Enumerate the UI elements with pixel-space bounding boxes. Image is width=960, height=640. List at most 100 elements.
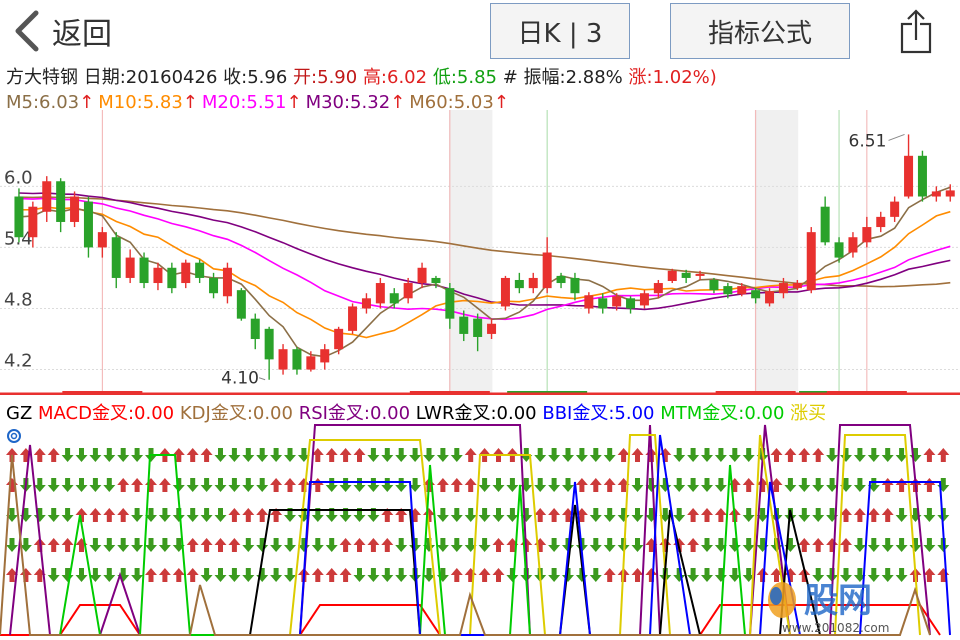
candle-body: [639, 293, 649, 306]
share-icon[interactable]: [896, 8, 936, 54]
down-arrow-icon: [436, 538, 449, 552]
down-arrow-icon: [242, 568, 255, 582]
candle-body: [695, 273, 705, 276]
period-button[interactable]: 日K | 3: [490, 3, 630, 59]
candle[interactable]: [375, 277, 385, 309]
candle[interactable]: [83, 196, 93, 258]
candle[interactable]: [181, 259, 191, 289]
candle-body: [709, 279, 719, 291]
candle[interactable]: [500, 275, 510, 311]
candle[interactable]: [278, 344, 288, 375]
down-arrow-icon: [701, 538, 713, 552]
down-arrow-icon: [478, 538, 491, 552]
candle[interactable]: [848, 232, 858, 258]
up-arrow-icon: [339, 448, 352, 462]
down-arrow-icon: [853, 538, 866, 552]
candle[interactable]: [528, 272, 538, 294]
candle[interactable]: [709, 277, 719, 294]
gz-legend-item-3: RSI金叉:0.00: [299, 403, 416, 424]
candle[interactable]: [56, 178, 66, 233]
up-arrow-icon: [353, 538, 366, 552]
candle[interactable]: [42, 176, 52, 222]
candle-body: [139, 257, 149, 284]
down-arrow-icon: [186, 508, 199, 522]
candle[interactable]: [876, 211, 886, 233]
down-arrow-icon: [673, 478, 686, 492]
down-arrow-icon: [659, 478, 672, 492]
candle[interactable]: [97, 227, 107, 258]
up-arrow-icon: [172, 568, 185, 582]
stock-close: 收:5.96: [223, 67, 288, 88]
candle[interactable]: [626, 296, 636, 314]
down-arrow-icon: [881, 538, 894, 552]
down-arrow-icon: [395, 448, 408, 462]
down-arrow-icon: [492, 478, 505, 492]
candle[interactable]: [945, 184, 955, 202]
down-arrow-icon: [826, 448, 839, 462]
back-button[interactable]: 返回: [12, 8, 112, 54]
gz-legend-item-6: MTM金叉:0.00: [660, 403, 790, 424]
candle[interactable]: [306, 351, 316, 372]
down-arrow-icon: [103, 538, 116, 552]
candle[interactable]: [125, 249, 135, 284]
formula-button[interactable]: 指标公式: [670, 3, 850, 59]
stock-info-line: 方大特钢 日期:20160426 收:5.96 开:5.90 高:6.02 低:…: [6, 66, 717, 90]
up-arrow-icon: [103, 508, 116, 522]
up-arrow-icon: [339, 538, 352, 552]
candle[interactable]: [904, 134, 914, 199]
down-arrow-icon: [784, 478, 797, 492]
up-arrow-icon: [214, 538, 227, 552]
down-arrow-icon: [61, 448, 74, 462]
candle-body: [612, 296, 622, 307]
down-arrow-icon: [589, 568, 602, 582]
stock-low: 低:5.85: [432, 67, 497, 88]
candle[interactable]: [250, 313, 260, 350]
highlight-band: [754, 110, 799, 395]
down-arrow-icon: [728, 538, 741, 552]
candle[interactable]: [820, 196, 830, 246]
candle[interactable]: [542, 237, 552, 294]
down-arrow-icon: [47, 508, 60, 522]
candle[interactable]: [264, 326, 274, 380]
candle[interactable]: [639, 290, 649, 309]
up-arrow-icon: [117, 508, 130, 522]
up-arrow-icon: [450, 478, 463, 492]
candlestick-chart[interactable]: 6.05.44.84.26.514.10: [0, 110, 960, 395]
candle[interactable]: [361, 293, 371, 314]
candle-body: [375, 283, 385, 304]
candle[interactable]: [292, 347, 302, 375]
down-arrow-icon: [284, 448, 296, 462]
candle[interactable]: [890, 196, 900, 222]
candle[interactable]: [70, 191, 80, 228]
up-arrow-icon: [534, 538, 547, 552]
candle[interactable]: [917, 150, 927, 202]
down-arrow-icon: [325, 538, 338, 552]
candle[interactable]: [320, 344, 330, 370]
candle[interactable]: [111, 232, 121, 289]
candle[interactable]: [167, 262, 177, 294]
candle[interactable]: [348, 303, 358, 334]
gz-legend-item-4: LWR金叉:0.00: [416, 403, 543, 424]
stock-high: 高:6.02: [362, 67, 428, 88]
up-arrow-icon: [464, 448, 477, 462]
candle[interactable]: [334, 326, 344, 355]
candle[interactable]: [139, 252, 149, 289]
candle-body: [70, 196, 80, 222]
down-arrow-icon: [200, 568, 213, 582]
down-arrow-icon: [562, 448, 574, 462]
candle[interactable]: [556, 272, 566, 289]
candle[interactable]: [514, 272, 524, 294]
candle[interactable]: [931, 186, 941, 202]
candle[interactable]: [834, 237, 844, 263]
candle[interactable]: [236, 288, 246, 321]
candle[interactable]: [222, 262, 232, 304]
candle[interactable]: [570, 272, 580, 301]
up-arrow-icon: [589, 478, 602, 492]
candle-body: [181, 262, 191, 284]
candle[interactable]: [667, 268, 677, 284]
candle-body: [598, 298, 608, 309]
candle[interactable]: [195, 259, 205, 284]
candle[interactable]: [806, 227, 816, 294]
up-arrow-icon: [881, 508, 894, 522]
candle[interactable]: [584, 292, 594, 314]
